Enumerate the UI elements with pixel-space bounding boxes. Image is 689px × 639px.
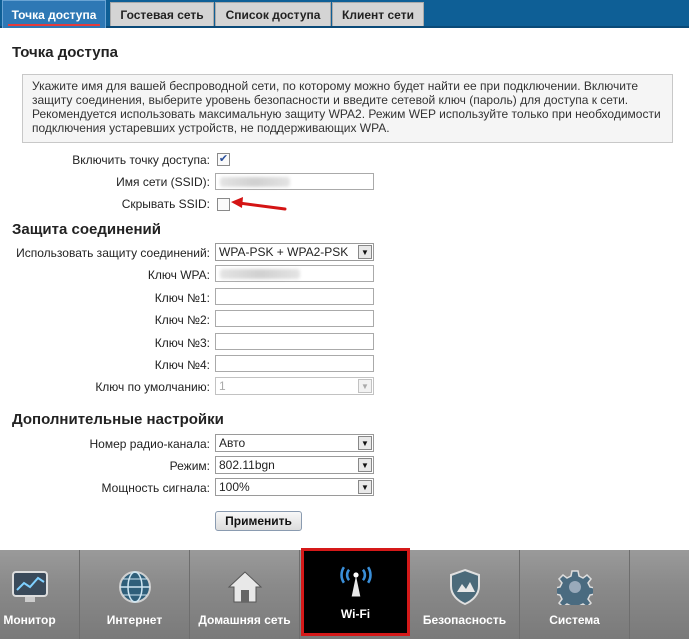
red-arrow-icon bbox=[231, 197, 287, 211]
nav-system[interactable]: Система bbox=[520, 550, 630, 639]
section-title-security: Защита соединений bbox=[12, 221, 161, 238]
power-label: Мощность сигнала: bbox=[101, 481, 210, 495]
enable-ap-label: Включить точку доступа: bbox=[72, 153, 210, 167]
key4-label: Ключ №4: bbox=[154, 358, 210, 372]
key3-input[interactable] bbox=[215, 333, 374, 350]
nav-security[interactable]: Безопасность bbox=[410, 550, 520, 639]
wpa-key-input[interactable] bbox=[215, 265, 374, 282]
security-mode-select[interactable]: WPA-PSK + WPA2-PSK ▼ bbox=[215, 243, 374, 261]
default-key-select[interactable]: 1 ▼ bbox=[215, 377, 374, 395]
chevron-down-icon: ▼ bbox=[358, 480, 372, 494]
ssid-input[interactable] bbox=[215, 173, 374, 190]
tab-access-list[interactable]: Список доступа bbox=[215, 2, 331, 26]
nav-internet[interactable]: Интернет bbox=[80, 550, 190, 639]
chevron-down-icon: ▼ bbox=[358, 436, 372, 450]
default-key-label: Ключ по умолчанию: bbox=[95, 380, 210, 394]
info-box: Укажите имя для вашей беспроводной сети,… bbox=[22, 74, 673, 143]
globe-icon bbox=[116, 568, 154, 606]
wpa-key-label: Ключ WPA: bbox=[147, 268, 210, 282]
key2-input[interactable] bbox=[215, 310, 374, 327]
security-mode-label: Использовать защиту соединений: bbox=[16, 246, 210, 260]
hide-ssid-label: Скрывать SSID: bbox=[121, 197, 210, 211]
wifi-icon bbox=[337, 562, 375, 600]
shield-icon bbox=[446, 568, 484, 606]
tab-bar: Точка доступа Гостевая сеть Список досту… bbox=[0, 0, 689, 28]
nav-system-label: Система bbox=[549, 613, 600, 627]
chevron-down-icon: ▼ bbox=[358, 379, 372, 393]
nav-home-network[interactable]: Домашняя сеть bbox=[190, 550, 300, 639]
chevron-down-icon: ▼ bbox=[358, 458, 372, 472]
section-title-access-point: Точка доступа bbox=[12, 44, 119, 61]
gear-icon bbox=[556, 568, 594, 606]
checkmark-icon: ✔ bbox=[218, 153, 229, 165]
nav-wifi-label: Wi-Fi bbox=[340, 607, 371, 621]
nav-security-label: Безопасность bbox=[422, 613, 507, 627]
ssid-label: Имя сети (SSID): bbox=[116, 175, 210, 189]
nav-wifi[interactable]: Wi-Fi bbox=[301, 548, 410, 636]
key3-label: Ключ №3: bbox=[154, 336, 210, 350]
security-mode-value: WPA-PSK + WPA2-PSK bbox=[219, 245, 349, 259]
key2-label: Ключ №2: bbox=[154, 313, 210, 327]
default-key-value: 1 bbox=[219, 379, 226, 393]
nav-home-network-label: Домашняя сеть bbox=[198, 613, 291, 627]
chevron-down-icon: ▼ bbox=[358, 245, 372, 259]
channel-value: Авто bbox=[219, 436, 246, 450]
power-select[interactable]: 100% ▼ bbox=[215, 478, 374, 496]
wifi-mode-select[interactable]: 802.11bgn ▼ bbox=[215, 456, 374, 474]
key4-input[interactable] bbox=[215, 355, 374, 372]
bottom-nav-bar: Монитор Интернет Домашняя сеть Wi-Fi Без… bbox=[0, 548, 689, 639]
nav-monitor[interactable]: Монитор bbox=[0, 550, 80, 639]
tab-access-point[interactable]: Точка доступа bbox=[2, 0, 106, 28]
channel-select[interactable]: Авто ▼ bbox=[215, 434, 374, 452]
key1-label: Ключ №1: bbox=[154, 291, 210, 305]
enable-ap-checkbox[interactable]: ✔ bbox=[217, 153, 230, 166]
monitor-icon bbox=[11, 568, 49, 606]
key1-input[interactable] bbox=[215, 288, 374, 305]
channel-label: Номер радио-канала: bbox=[89, 437, 211, 451]
section-title-advanced: Дополнительные настройки bbox=[12, 411, 224, 428]
tab-network-client[interactable]: Клиент сети bbox=[332, 2, 424, 26]
nav-internet-label: Интернет bbox=[106, 613, 163, 627]
nav-monitor-label: Монитор bbox=[3, 613, 56, 627]
wifi-mode-label: Режим: bbox=[169, 459, 210, 473]
apply-button[interactable]: Применить bbox=[215, 511, 302, 531]
home-icon bbox=[226, 568, 264, 606]
tab-guest-network[interactable]: Гостевая сеть bbox=[110, 2, 214, 26]
wifi-mode-value: 802.11bgn bbox=[219, 458, 275, 472]
power-value: 100% bbox=[219, 480, 250, 494]
